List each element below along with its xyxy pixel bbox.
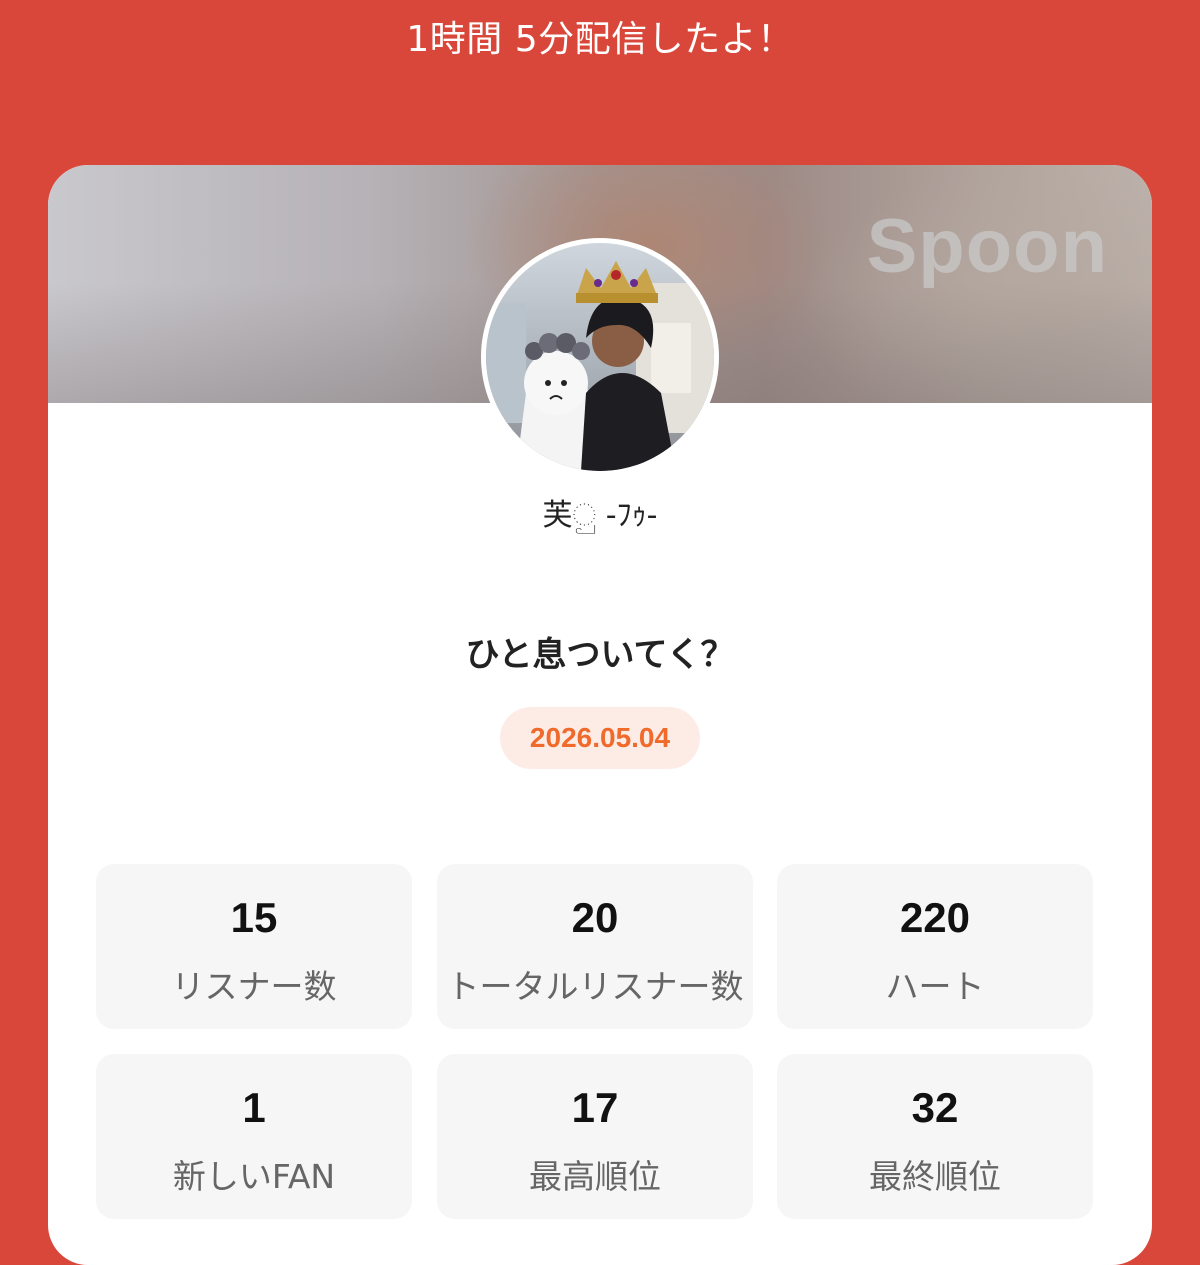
stat-label: 最終順位 bbox=[869, 1157, 1001, 1196]
stat-label: リスナー数 bbox=[171, 967, 337, 1006]
stat-label: 最高順位 bbox=[529, 1157, 661, 1196]
stat-card-total-listeners: 20 トータルリスナー数 bbox=[437, 864, 753, 1029]
stat-value: 15 bbox=[230, 894, 278, 941]
broadcast-date-badge: 2026.05.04 bbox=[500, 707, 700, 769]
stat-label: トータルリスナー数 bbox=[446, 967, 744, 1006]
stat-label: ハート bbox=[885, 967, 985, 1006]
avatar[interactable] bbox=[481, 238, 719, 476]
stat-value: 1 bbox=[242, 1084, 266, 1131]
stat-card-highest-rank: 17 最高順位 bbox=[437, 1054, 753, 1219]
spoon-logo: Spoon bbox=[866, 204, 1108, 289]
broadcast-summary-card: Spoon 芙ු -ﾌｩ- ひと息ついてく？ 2026.05.04 15 リスナ… bbox=[48, 165, 1152, 1265]
stat-value: 220 bbox=[899, 894, 971, 941]
broadcast-title: ひと息ついてく？ bbox=[465, 635, 735, 675]
stat-value: 32 bbox=[911, 1084, 959, 1131]
stream-duration-text: 1時間 5分配信したよ！ bbox=[406, 19, 794, 60]
stat-card-listeners: 15 リスナー数 bbox=[96, 864, 412, 1029]
stat-value: 17 bbox=[571, 1084, 619, 1131]
stat-card-hearts: 220 ハート bbox=[777, 864, 1093, 1029]
stat-label: 新しいFAN bbox=[172, 1157, 336, 1196]
username: 芙ු -ﾌｩ- bbox=[542, 498, 658, 533]
stat-card-final-rank: 32 最終順位 bbox=[777, 1054, 1093, 1219]
stat-value: 20 bbox=[571, 894, 619, 941]
stat-card-new-fans: 1 新しいFAN bbox=[96, 1054, 412, 1219]
avatar-illustration bbox=[486, 261, 714, 471]
avatar-image bbox=[486, 243, 714, 471]
